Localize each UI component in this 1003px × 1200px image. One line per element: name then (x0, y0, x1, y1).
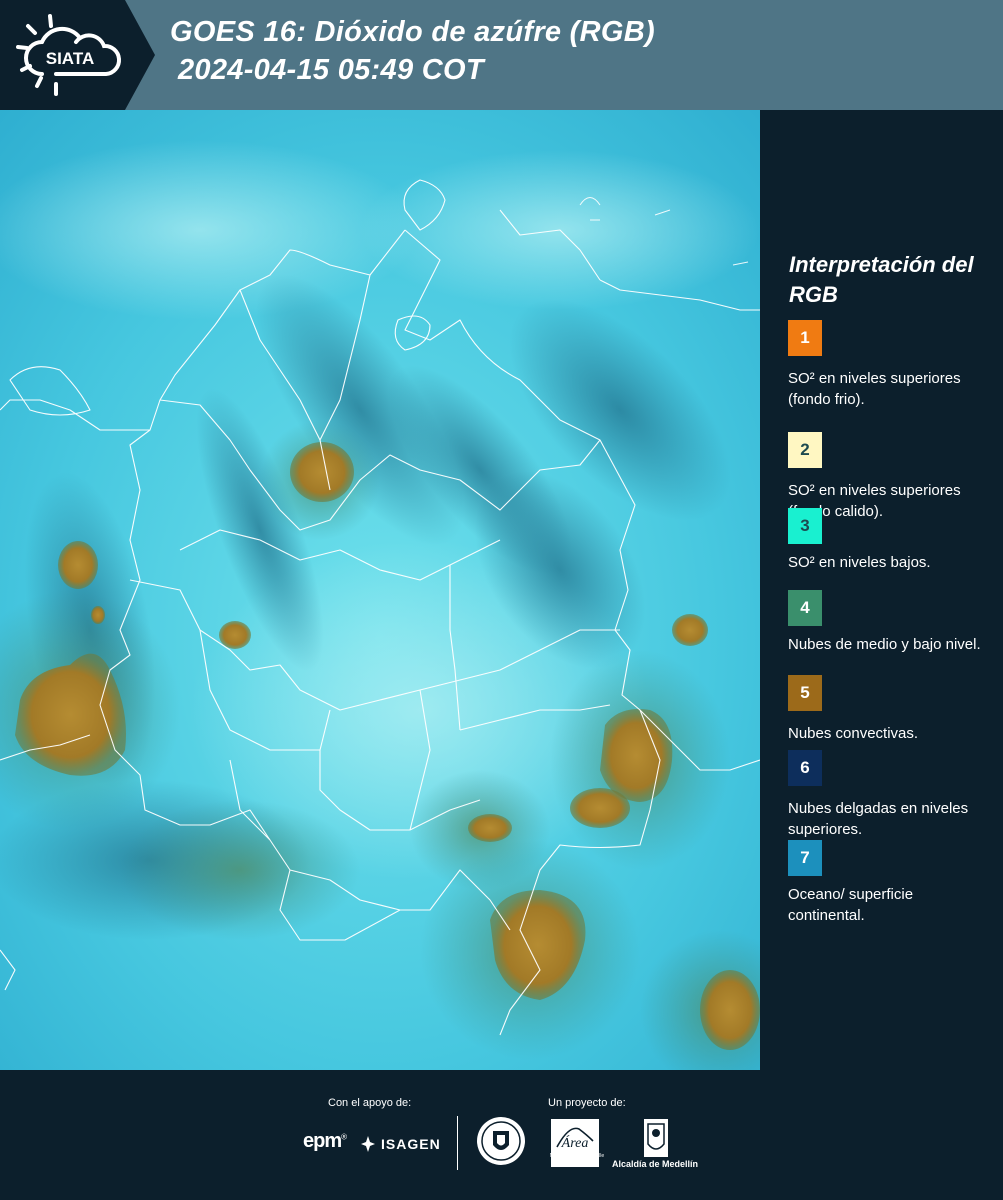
support-caption: Con el apoyo de: (328, 1097, 412, 1109)
satellite-rgb-image (0, 110, 760, 1070)
header-bar: SIATA GOES 16: Dióxido de azúfre (RGB) 2… (0, 0, 1003, 110)
svg-text:Área: Área (561, 1134, 589, 1151)
project-caption: Un proyecto de: (548, 1097, 626, 1109)
legend-swatch-4: 4 (788, 590, 822, 626)
footer-divider (457, 1116, 458, 1170)
legend-title: Interpretación del RGB (789, 252, 974, 307)
alcaldia-shield-icon (644, 1119, 668, 1157)
siata-sun-cloud-icon: SIATA (16, 14, 122, 96)
medellin-seal-icon (477, 1117, 525, 1165)
footer-bar: Con el apoyo de: Un proyecto de: epm® IS… (0, 1070, 1003, 1200)
legend-swatch-6: 6 (788, 750, 822, 786)
legend-label-6: Nubes delgadas en niveles superiores. (788, 800, 969, 838)
siata-logo: SIATA (0, 0, 155, 110)
legend-label-1: SO² en niveles superiores (fondo frio). (788, 370, 961, 408)
satellite-map (0, 110, 761, 1070)
isagen-star-icon (361, 1136, 375, 1152)
svg-text:SIATA: SIATA (46, 49, 94, 68)
legend-swatch-2: 2 (788, 432, 822, 468)
epm-logo: epm® (303, 1130, 347, 1152)
legend-label-3: SO² en niveles bajos. (788, 554, 931, 571)
page-title: GOES 16: Dióxido de azúfre (RGB) (170, 16, 655, 48)
metropolitana-caption: METROPOLITANA Valle de Aburrá (549, 1153, 605, 1165)
legend-swatch-3: 3 (788, 508, 822, 544)
legend-label-5: Nubes convectivas. (788, 725, 919, 742)
page-subtitle-timestamp: 2024-04-15 05:49 COT (178, 54, 484, 86)
legend-swatch-1: 1 (788, 320, 822, 356)
legend-label-7: Oceano/ superficie continental. (788, 886, 914, 924)
legend-swatch-7: 7 (788, 840, 822, 876)
isagen-logo: ISAGEN (360, 1133, 441, 1155)
alcaldia-caption: Alcaldía de Medellín (612, 1159, 699, 1169)
legend-swatch-5: 5 (788, 675, 822, 711)
legend-label-4: Nubes de medio y bajo nivel. (788, 636, 981, 653)
rgb-legend-panel: Interpretación del RGB 1 SO² en niveles s… (760, 110, 1003, 1070)
